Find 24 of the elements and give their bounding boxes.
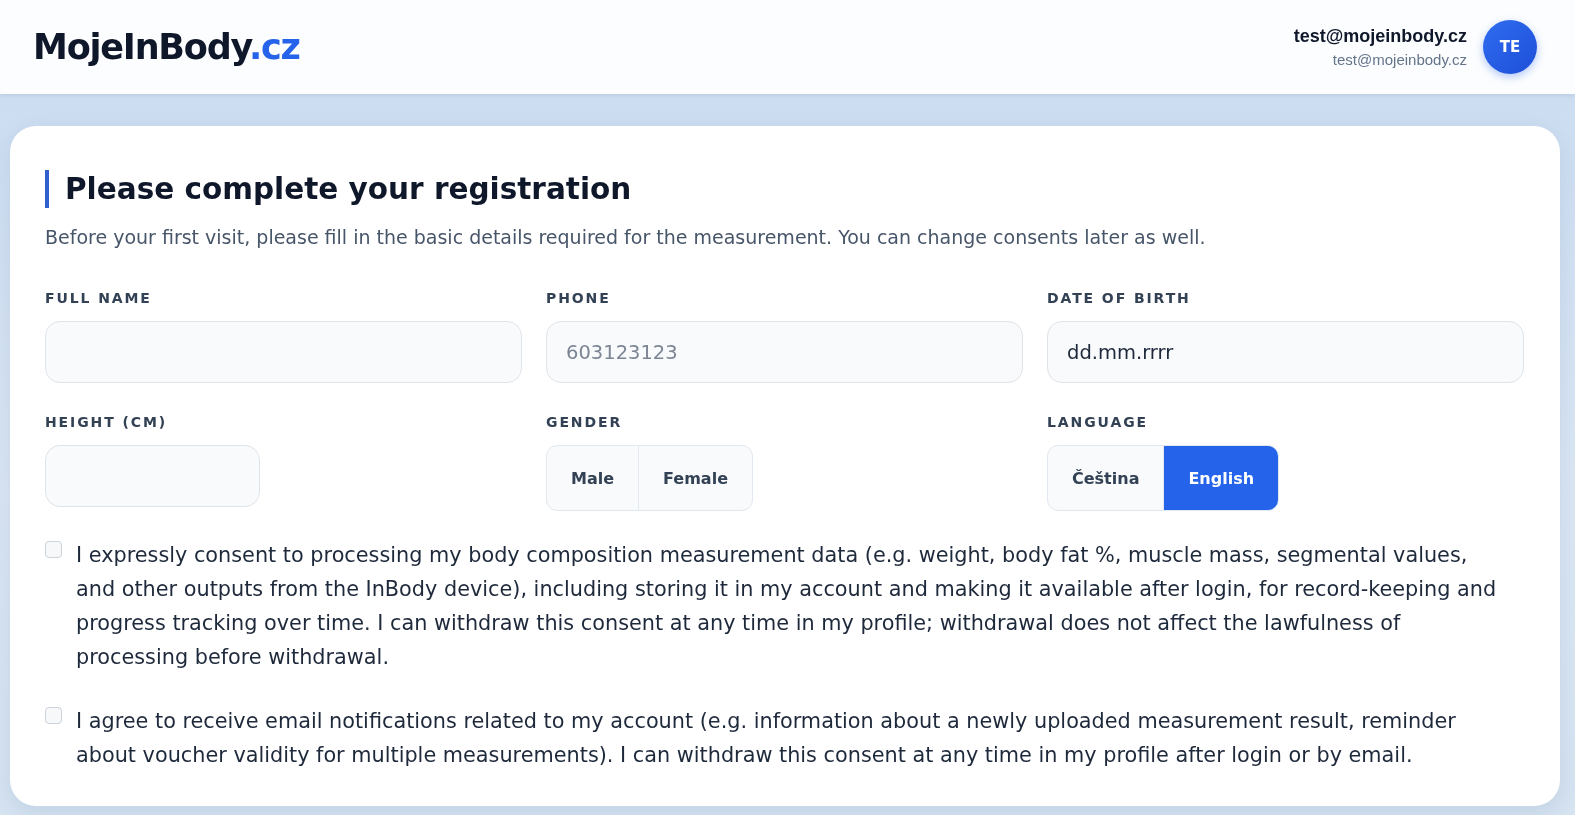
checkbox[interactable] xyxy=(45,541,62,558)
consent-text: I expressly consent to processing my body composition measurement data (e.g. weight, body fat %, muscle mass, segmental values, and other outputs from the InBody device), including storing it in my account and making it available after login, for record-keeping and progress tracking over time. I can withdraw this consent at any time in my profile; withdrawal does not affect the lawfulness of processing before withdrawal. xyxy=(76,542,1498,671)
field-label: LANGUAGE xyxy=(1047,414,1148,430)
consent-text: I agree to receive email notifications related to my account (e.g. information about a newly uploaded measurement result, reminder about voucher validity for multiple measurements). I can withdraw this consent at any time in my profile after login or by email. xyxy=(76,708,1457,769)
input-field[interactable] xyxy=(45,445,260,507)
input-field[interactable] xyxy=(45,321,522,383)
toggle-option[interactable]: English xyxy=(1163,446,1279,510)
input-field[interactable]: 603123123 xyxy=(546,321,1023,383)
form-title: Please complete your registration xyxy=(45,170,1524,208)
logo[interactable]: MojeInBody.cz xyxy=(33,27,300,67)
date-field[interactable]: dd.mm.rrrr xyxy=(1047,321,1524,383)
field-label: DATE OF BIRTH xyxy=(1047,290,1191,306)
toggle-option[interactable]: Čeština xyxy=(1048,446,1164,510)
field-label: PHONE xyxy=(546,290,611,306)
user-name: test@mojeinbody.cz xyxy=(1293,26,1467,47)
checkbox[interactable] xyxy=(45,707,62,724)
form-subtitle: Before your first visit, please fill in the basic details required for the measurement. You can change consents later as well. xyxy=(45,225,1207,250)
avatar-button[interactable]: TE xyxy=(1483,20,1537,74)
toggle-option[interactable]: Female xyxy=(638,446,752,510)
field-label: HEIGHT (CM) xyxy=(45,414,168,430)
field-label: FULL NAME xyxy=(45,290,152,306)
field-label: GENDER xyxy=(546,414,623,430)
toggle-option[interactable]: Male xyxy=(547,446,639,510)
user-email: test@mojeinbody.cz xyxy=(1332,51,1467,68)
